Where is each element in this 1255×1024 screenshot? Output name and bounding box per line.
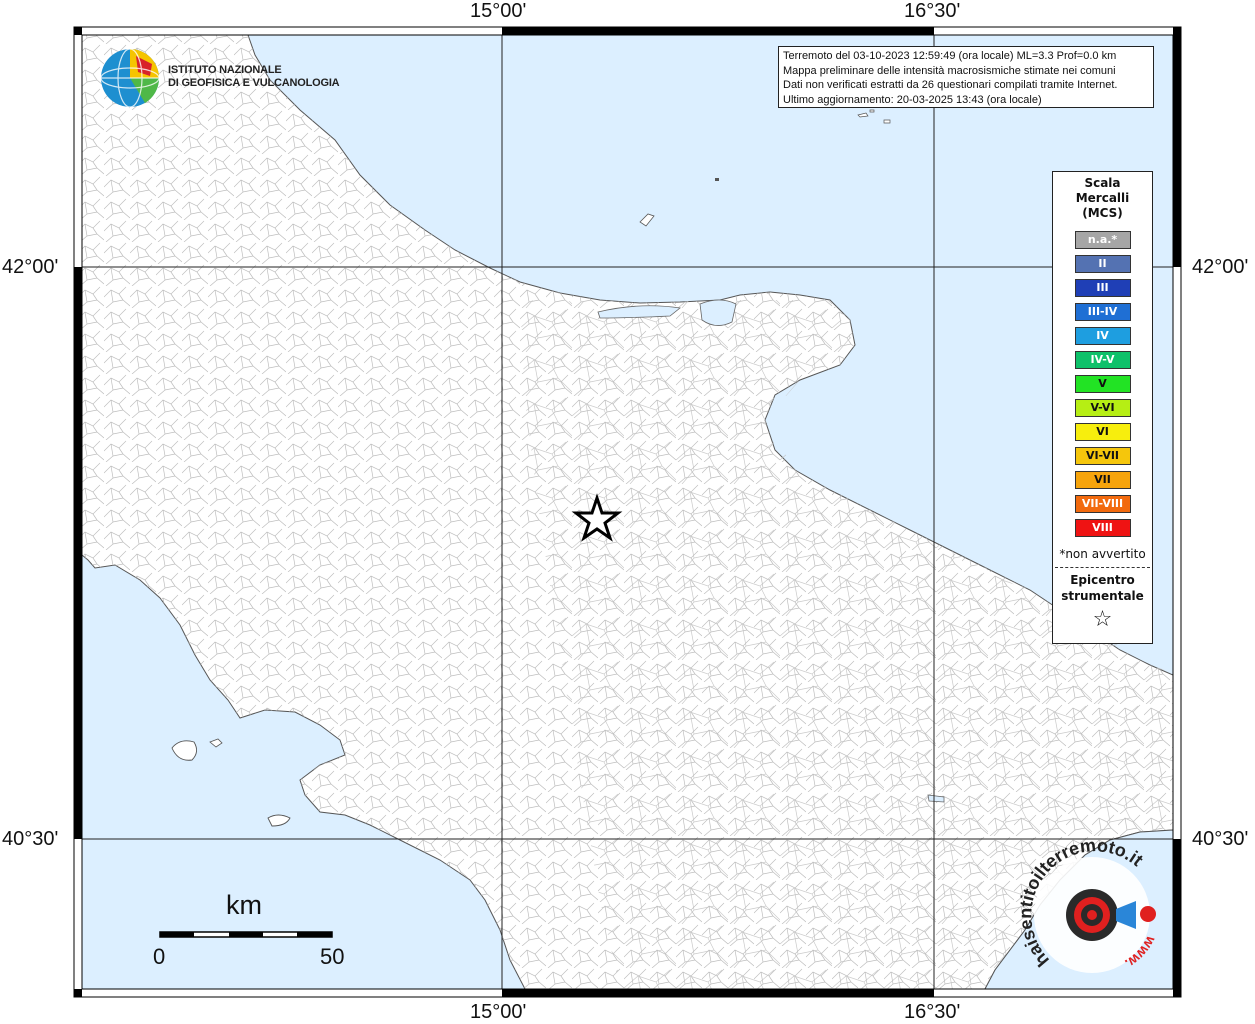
scale-bar-start: 0 <box>153 944 166 969</box>
event-info-line: Mappa preliminare delle intensità macros… <box>783 64 1116 77</box>
legend-item: IV <box>1074 327 1131 345</box>
event-info-box: Terremoto del 03-10-2023 12:59:49 (ora l… <box>778 46 1154 108</box>
legend-separator <box>1055 567 1150 568</box>
scale-bar-end: 50 <box>320 944 345 969</box>
legend-item: VI <box>1074 423 1131 441</box>
legend-epicenter-label: Epicentro strumentale <box>1061 573 1144 603</box>
lat-label-right: 42°00' <box>1192 256 1249 278</box>
lat-label-left: 40°30' <box>2 828 59 850</box>
lat-label-right: 40°30' <box>1192 828 1249 850</box>
legend-item: II <box>1074 255 1131 273</box>
mcs-legend: Scala Mercalli (MCS) n.a.* II III III-IV IV I… <box>1052 171 1153 644</box>
legend-note: *non avvertito <box>1059 547 1146 561</box>
epicenter-symbol-icon: ☆ <box>1092 607 1113 632</box>
legend-item: VII-VIII <box>1074 495 1131 513</box>
event-info-line: Terremoto del 03-10-2023 12:59:49 (ora l… <box>783 50 1117 62</box>
legend-item: V <box>1074 375 1131 393</box>
legend-item: VI-VII <box>1074 447 1131 465</box>
scale-bar-unit: km <box>226 890 262 920</box>
legend-item: VII <box>1074 471 1131 489</box>
legend-items: n.a.* II III III-IV IV IV-V V V-VI VI VI-VII VII VI… <box>1053 231 1152 537</box>
lon-label-top: 16°30' <box>904 0 961 22</box>
lon-label-bottom: 15°00' <box>470 1001 527 1023</box>
legend-item: V-VI <box>1074 399 1131 417</box>
scale-bar <box>159 931 333 938</box>
globe-icon <box>100 48 160 108</box>
legend-item: n.a.* <box>1074 231 1131 249</box>
lake <box>699 299 737 326</box>
event-info-line: Dati non verificati estratti da 26 quest… <box>783 79 1118 91</box>
legend-item: IV-V <box>1074 351 1131 369</box>
lon-label-top: 15°00' <box>470 0 527 22</box>
ingv-logo-text: ISTITUTO NAZIONALE DI GEOFISICA E VULCAN… <box>168 64 340 89</box>
lon-label-bottom: 16°30' <box>904 1001 961 1023</box>
legend-item: III <box>1074 279 1131 297</box>
legend-item: VIII <box>1074 519 1131 537</box>
lat-label-left: 42°00' <box>2 256 59 278</box>
event-info-line: Ultimo aggiornamento: 20-03-2025 13:43 (… <box>783 93 1042 106</box>
legend-title: Scala Mercalli (MCS) <box>1075 176 1130 220</box>
legend-item: III-IV <box>1074 303 1131 321</box>
